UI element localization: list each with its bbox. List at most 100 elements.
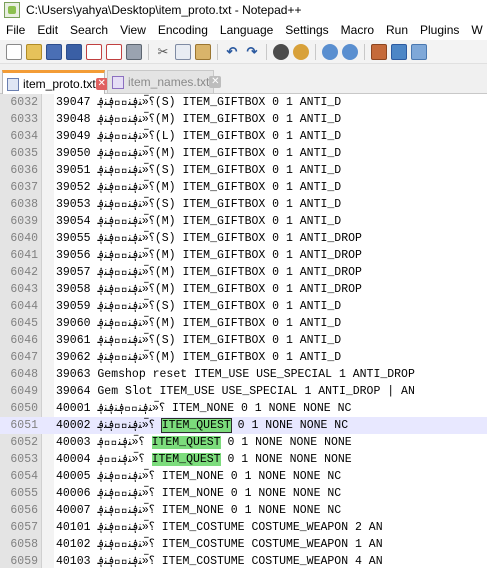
editor-line[interactable]: 6053 40004 ؟ࠡ«ﻨ؋ﻨ؋ؔ؋ ITEM_QUEST 0 1 NONE … xyxy=(0,451,487,468)
menu-view[interactable]: View xyxy=(114,23,152,37)
sync-scroll-icon[interactable] xyxy=(371,43,387,60)
editor-line[interactable]: 6038 39053 ؟ࠡ«ﻨ؋ﻨ؋ؔ؋ﻨ؋(S) ITEM_GIFTBOX 0 … xyxy=(0,196,487,213)
editor-line[interactable]: 6054 40005 ؟ࠡ«ﻨ؋ﻨ؋ؔ؋ﻨ؋ ITEM_NONE 0 1 NONE… xyxy=(0,468,487,485)
close-all-icon[interactable] xyxy=(106,43,122,60)
menu-macro[interactable]: Macro xyxy=(335,23,380,37)
line-text-prefix: 40002 ؟ࠡ«ﻨ؋ﻨ؋ؔ؋ﻨ؋ xyxy=(56,419,162,432)
line-text-prefix: 39057 ؟ࠡ«ﻨ؋ﻨ؋ؔ؋ﻨ؋(M) ITEM_GIFTBOX 0 1 AN… xyxy=(56,266,362,279)
editor-line[interactable]: 6057 40101 ؟ࠡ«ﻨ؋ﻨ؋ؔ؋ﻨ؋ ITEM_COSTUME COSTU… xyxy=(0,519,487,536)
line-text-prefix: 40005 ؟ࠡ«ﻨ؋ﻨ؋ؔ؋ﻨ؋ ITEM_NONE 0 1 NONE NON… xyxy=(56,470,342,483)
editor-line[interactable]: 6037 39052 ؟ࠡ«ﻨ؋ﻨ؋ؔ؋ﻨ؋(M) ITEM_GIFTBOX 0 … xyxy=(0,179,487,196)
line-text: 40001 ؟ࠡ«ﻨ؋ﻨ؋ؔ؋ﻨ؋ﻨ؋ ITEM_NONE 0 1 NONE N… xyxy=(56,400,351,417)
editor-line[interactable]: 6056 40007 ؟ࠡ«ﻨ؋ﻨ؋ؔ؋ﻨ؋ ITEM_NONE 0 1 NONE… xyxy=(0,502,487,519)
open-file-icon[interactable] xyxy=(26,43,42,60)
editor-line[interactable]: 6049 39064 Gem Slot ITEM_USE USE_SPECIAL … xyxy=(0,383,487,400)
editor-line[interactable]: 6048 39063 Gemshop reset ITEM_USE USE_SPE… xyxy=(0,366,487,383)
editor-line[interactable]: 6035 39050 ؟ࠡ«ﻨ؋ﻨ؋ؔ؋ﻨ؋(M) ITEM_GIFTBOX 0 … xyxy=(0,145,487,162)
tab-item-names[interactable]: item_names.txt ✕ xyxy=(107,70,222,94)
menu-encoding[interactable]: Encoding xyxy=(152,23,214,37)
menu-run[interactable]: Run xyxy=(380,23,414,37)
editor-line[interactable]: 6034 39049 ؟ࠡ«ﻨ؋ﻨ؋ؔ؋ﻨ؋(L) ITEM_GIFTBOX 0 … xyxy=(0,128,487,145)
save-icon[interactable] xyxy=(46,43,62,60)
editor-line[interactable]: 6042 39057 ؟ࠡ«ﻨ؋ﻨ؋ؔ؋ﻨ؋(M) ITEM_GIFTBOX 0 … xyxy=(0,264,487,281)
zoom-out-icon[interactable] xyxy=(342,43,358,60)
editor-line[interactable]: 6040 39055 ؟ࠡ«ﻨ؋ﻨ؋ؔ؋ﻨ؋(S) ITEM_GIFTBOX 0 … xyxy=(0,230,487,247)
text-editor[interactable]: 6032 39047 ؟ࠡ«ﻨ؋ﻨ؋ؔ؋ﻨ؋(S) ITEM_GIFTBOX 0 … xyxy=(0,94,487,568)
copy-icon[interactable] xyxy=(175,43,191,60)
word-wrap-icon[interactable] xyxy=(391,43,407,60)
paste-icon[interactable] xyxy=(195,43,211,60)
search-match-highlight: ITEM_QUEST xyxy=(160,418,232,433)
editor-line[interactable]: 6058 40102 ؟ࠡ«ﻨ؋ﻨ؋ؔ؋ﻨ؋ ITEM_COSTUME COSTU… xyxy=(0,536,487,553)
tab-label: item_proto.txt xyxy=(23,77,96,91)
line-text-prefix: 40003 ؟ࠡ«ﻨ؋ﻨ؋ؔ؋ xyxy=(56,436,152,449)
more-icon[interactable] xyxy=(411,43,427,60)
line-number: 6040 xyxy=(10,232,38,245)
editor-line[interactable]: 6033 39048 ؟ࠡ«ﻨ؋ﻨ؋ؔ؋ﻨ؋(M) ITEM_GIFTBOX 0 … xyxy=(0,111,487,128)
line-text-prefix: 39063 Gemshop reset ITEM_USE USE_SPECIAL… xyxy=(56,368,415,381)
line-text: 39062 ؟ࠡ«ﻨ؋ﻨ؋ؔ؋ﻨ؋(M) ITEM_GIFTBOX 0 1 AN… xyxy=(56,349,341,366)
menu-settings[interactable]: Settings xyxy=(279,23,334,37)
line-text: 39058 ؟ࠡ«ﻨ؋ﻨ؋ؔ؋ﻨ؋(M) ITEM_GIFTBOX 0 1 AN… xyxy=(56,281,362,298)
menu-plugins[interactable]: Plugins xyxy=(414,23,465,37)
replace-icon[interactable] xyxy=(293,43,309,60)
close-icon[interactable] xyxy=(86,43,102,60)
editor-line[interactable]: 6039 39054 ؟ࠡ«ﻨ؋ﻨ؋ؔ؋ﻨ؋(M) ITEM_GIFTBOX 0 … xyxy=(0,213,487,230)
close-icon[interactable]: ✕ xyxy=(95,78,108,90)
save-all-icon[interactable] xyxy=(66,43,82,60)
editor-line[interactable]: 6055 40006 ؟ࠡ«ﻨ؋ﻨ؋ؔ؋ﻨ؋ ITEM_NONE 0 1 NONE… xyxy=(0,485,487,502)
line-number: 6058 xyxy=(10,538,38,551)
cut-icon[interactable]: ✂ xyxy=(155,44,171,60)
line-text-prefix: 39060 ؟ࠡ«ﻨ؋ﻨ؋ؔ؋ﻨ؋(M) ITEM_GIFTBOX 0 1 AN… xyxy=(56,317,342,330)
search-match-highlight: ITEM_QUEST xyxy=(151,453,221,466)
menu-search[interactable]: Search xyxy=(64,23,114,37)
line-number: 6052 xyxy=(10,436,38,449)
editor-line[interactable]: 6043 39058 ؟ࠡ«ﻨ؋ﻨ؋ؔ؋ﻨ؋(M) ITEM_GIFTBOX 0 … xyxy=(0,281,487,298)
line-number: 6059 xyxy=(10,555,38,568)
menu-file[interactable]: File xyxy=(0,23,31,37)
editor-line[interactable]: 6050 40001 ؟ࠡ«ﻨ؋ﻨ؋ؔ؋ﻨ؋ﻨ؋ ITEM_NONE 0 1 NO… xyxy=(0,400,487,417)
editor-line[interactable]: 6051 40002 ؟ࠡ«ﻨ؋ﻨ؋ؔ؋ﻨ؋ ITEM_QUEST 0 1 NON… xyxy=(0,417,487,434)
line-number: 6033 xyxy=(10,113,38,126)
line-text-prefix: 40001 ؟ࠡ«ﻨ؋ﻨ؋ؔ؋ﻨ؋ﻨ؋ ITEM_NONE 0 1 NONE N… xyxy=(56,402,352,415)
editor-line[interactable]: 6047 39062 ؟ࠡ«ﻨ؋ﻨ؋ؔ؋ﻨ؋(M) ITEM_GIFTBOX 0 … xyxy=(0,349,487,366)
new-file-icon[interactable] xyxy=(6,43,22,60)
toolbar-separator xyxy=(148,43,149,60)
editor-line[interactable]: 6044 39059 ؟ࠡ«ﻨ؋ﻨ؋ؔ؋ﻨ؋(S) ITEM_GIFTBOX 0 … xyxy=(0,298,487,315)
line-number: 6046 xyxy=(10,334,38,347)
line-text: 40006 ؟ࠡ«ﻨ؋ﻨ؋ؔ؋ﻨ؋ ITEM_NONE 0 1 NONE NON… xyxy=(56,485,341,502)
tab-label: item_names.txt xyxy=(128,75,210,89)
line-text-prefix: 39056 ؟ࠡ«ﻨ؋ﻨ؋ؔ؋ﻨ؋(M) ITEM_GIFTBOX 0 1 AN… xyxy=(56,249,362,262)
line-number: 6037 xyxy=(10,181,38,194)
line-number: 6057 xyxy=(10,521,38,534)
line-text-prefix: 40102 ؟ࠡ«ﻨ؋ﻨ؋ؔ؋ﻨ؋ ITEM_COSTUME COSTUME_W… xyxy=(56,538,383,551)
tab-item-proto[interactable]: item_proto.txt ✕ xyxy=(2,70,108,95)
editor-line[interactable]: 6045 39060 ؟ࠡ«ﻨ؋ﻨ؋ؔ؋ﻨ؋(M) ITEM_GIFTBOX 0 … xyxy=(0,315,487,332)
print-icon[interactable] xyxy=(126,43,142,60)
editor-line[interactable]: 6041 39056 ؟ࠡ«ﻨ؋ﻨ؋ؔ؋ﻨ؋(M) ITEM_GIFTBOX 0 … xyxy=(0,247,487,264)
line-number: 6038 xyxy=(10,198,38,211)
menu-edit[interactable]: Edit xyxy=(31,23,64,37)
line-text-suffix: 0 1 NONE NONE NC xyxy=(230,419,349,432)
menu-window[interactable]: W xyxy=(465,23,487,37)
line-text: 40007 ؟ࠡ«ﻨ؋ﻨ؋ؔ؋ﻨ؋ ITEM_NONE 0 1 NONE NON… xyxy=(56,502,341,519)
line-number: 6043 xyxy=(10,283,38,296)
tab-bar: item_proto.txt ✕ item_names.txt ✕ xyxy=(0,64,487,95)
menu-language[interactable]: Language xyxy=(214,23,279,37)
undo-icon[interactable]: ↶ xyxy=(224,44,240,60)
toolbar-separator xyxy=(364,43,365,60)
editor-line[interactable]: 6052 40003 ؟ࠡ«ﻨ؋ﻨ؋ؔ؋ ITEM_QUEST 0 1 NONE … xyxy=(0,434,487,451)
redo-icon[interactable]: ↷ xyxy=(244,44,260,60)
editor-line[interactable]: 6032 39047 ؟ࠡ«ﻨ؋ﻨ؋ؔ؋ﻨ؋(S) ITEM_GIFTBOX 0 … xyxy=(0,94,487,111)
line-text: 39061 ؟ࠡ«ﻨ؋ﻨ؋ؔ؋ﻨ؋(S) ITEM_GIFTBOX 0 1 AN… xyxy=(56,332,341,349)
find-icon[interactable] xyxy=(273,43,289,60)
close-icon[interactable]: ✕ xyxy=(209,76,222,88)
zoom-in-icon[interactable] xyxy=(322,43,338,60)
editor-line[interactable]: 6046 39061 ؟ࠡ«ﻨ؋ﻨ؋ؔ؋ﻨ؋(S) ITEM_GIFTBOX 0 … xyxy=(0,332,487,349)
line-text-prefix: 39054 ؟ࠡ«ﻨ؋ﻨ؋ؔ؋ﻨ؋(M) ITEM_GIFTBOX 0 1 AN… xyxy=(56,215,342,228)
line-text-suffix: 0 1 NONE NONE NONE xyxy=(220,436,352,449)
editor-line[interactable]: 6059 40103 ؟ࠡ«ﻨ؋ﻨ؋ؔ؋ﻨ؋ ITEM_COSTUME COSTU… xyxy=(0,553,487,568)
file-icon xyxy=(112,75,124,89)
notepadpp-app-icon xyxy=(4,2,20,18)
editor-line[interactable]: 6036 39051 ؟ࠡ«ﻨ؋ﻨ؋ؔ؋ﻨ؋(S) ITEM_GIFTBOX 0 … xyxy=(0,162,487,179)
